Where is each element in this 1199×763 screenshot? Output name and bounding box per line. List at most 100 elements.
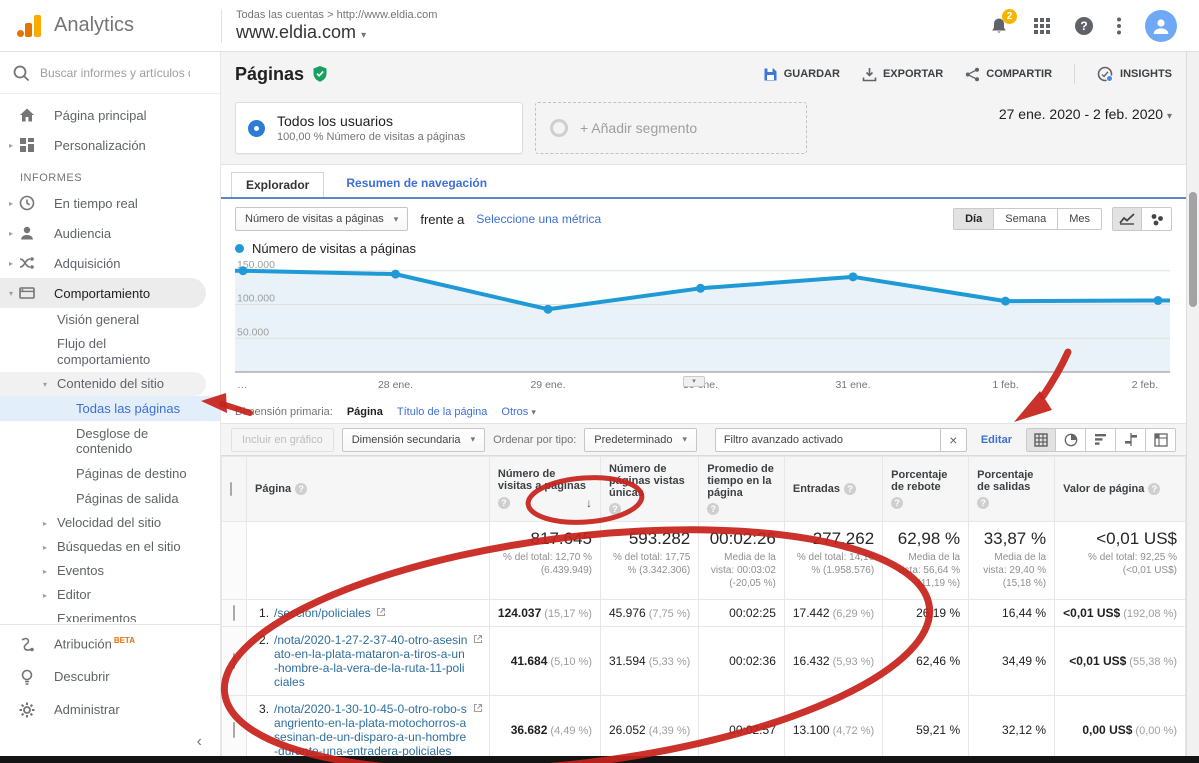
plot-rows-button[interactable]: Incluir en gráfico	[231, 428, 334, 452]
external-link-icon[interactable]	[473, 634, 483, 644]
metric-selector-dropdown[interactable]: Número de visitas a páginas▾	[235, 207, 408, 231]
svg-text:100.000: 100.000	[237, 293, 275, 305]
report-actions: GUARDAR EXPORTAR COMPARTIR INSIGHTS	[763, 64, 1172, 84]
axis-dropdown[interactable]: ▾	[683, 376, 705, 387]
granularity-week-button[interactable]: Semana	[994, 208, 1058, 230]
dimension-page-title[interactable]: Título de la página	[397, 406, 488, 418]
col-header-bounce-rate[interactable]: Porcentaje de rebote	[883, 457, 969, 522]
timeseries-chart[interactable]: 50.000100.000150.000…28 ene.29 ene.30 en…	[221, 258, 1186, 399]
table-header-row: Página Número de visitas a páginas↓ Núme…	[222, 457, 1186, 522]
sidebar-item-realtime[interactable]: ▸ En tiempo real	[0, 188, 220, 218]
performance-view-button[interactable]	[1086, 428, 1116, 452]
clear-filter-button[interactable]: ×	[940, 429, 966, 451]
page-link[interactable]: /seccion/policiales	[274, 606, 371, 620]
col-header-unique-pageviews[interactable]: Número de páginas vistas únicas	[600, 457, 698, 522]
apps-grid-icon[interactable]	[1033, 17, 1051, 35]
line-chart-button[interactable]	[1112, 207, 1142, 231]
sidebar-item-attribution[interactable]: AtribuciónBETA	[0, 627, 220, 660]
help-icon[interactable]	[891, 497, 903, 509]
help-icon[interactable]	[498, 497, 510, 509]
sidebar-item-discover[interactable]: Descubrir	[0, 660, 220, 693]
help-icon[interactable]	[1148, 483, 1160, 495]
help-icon[interactable]	[707, 503, 719, 515]
sidebar-item-home[interactable]: Página principal	[0, 100, 220, 130]
sidebar-item-landing-pages[interactable]: Páginas de destino	[0, 461, 220, 486]
page-link[interactable]: /nota/2020-1-30-10-45-0-otro-robo-sangri…	[274, 702, 468, 756]
segment-ring-gray-icon	[550, 119, 568, 137]
external-link-icon[interactable]	[376, 607, 386, 617]
sidebar-item-acquisition[interactable]: ▸ Adquisición	[0, 248, 220, 278]
share-button[interactable]: COMPARTIR	[965, 67, 1052, 82]
sidebar-item-audience[interactable]: ▸ Audiencia	[0, 218, 220, 248]
granularity-month-button[interactable]: Mes	[1058, 208, 1102, 230]
edit-filter-link[interactable]: Editar	[981, 434, 1012, 446]
sidebar-item-behavior[interactable]: ▾ Comportamiento	[0, 278, 206, 308]
sidebar-item-publisher[interactable]: ▸Editor	[0, 583, 220, 607]
sidebar-item-exit-pages[interactable]: Páginas de salida	[0, 486, 220, 511]
help-icon[interactable]	[977, 497, 989, 509]
sidebar-item-admin[interactable]: Administrar	[0, 693, 220, 726]
external-link-icon[interactable]	[473, 703, 483, 713]
sidebar-collapse-button[interactable]: ‹	[0, 728, 220, 756]
avatar[interactable]	[1145, 10, 1177, 42]
help-icon[interactable]: ?	[1075, 17, 1093, 35]
sort-type-dropdown[interactable]: Predeterminado▾	[584, 428, 697, 452]
col-header-page[interactable]: Página	[247, 457, 490, 522]
help-icon[interactable]	[609, 503, 621, 515]
property-selector[interactable]: www.eldia.com ▾	[236, 22, 437, 43]
col-header-exit-rate[interactable]: Porcentaje de salidas	[969, 457, 1055, 522]
notifications-button[interactable]: 2	[989, 16, 1009, 36]
shield-check-icon[interactable]	[312, 65, 328, 83]
sidebar-item-all-pages[interactable]: Todas las páginas	[0, 396, 220, 421]
sidebar-item-behavior-overview[interactable]: Visión general	[0, 308, 220, 332]
sidebar-item-site-content[interactable]: ▾Contenido del sitio	[0, 372, 206, 396]
sidebar-item-content-drilldown[interactable]: Desglose de contenido	[0, 421, 220, 461]
select-metric-link[interactable]: Seleccione una métrica	[476, 212, 601, 226]
secondary-dimension-dropdown[interactable]: Dimensión secundaria▾	[342, 428, 485, 452]
pivot-view-button[interactable]	[1146, 428, 1176, 452]
col-header-page-value[interactable]: Valor de página	[1055, 457, 1186, 522]
page-link[interactable]: /nota/2020-1-27-2-37-40-otro-asesinato-e…	[274, 633, 468, 689]
search-input[interactable]	[40, 66, 190, 80]
scrollbar-thumb[interactable]	[1189, 192, 1197, 307]
totals-entrances: 277.262% del total: 14,16 % (1.958.576)	[784, 522, 882, 600]
chevron-down-icon: ▾	[1167, 111, 1172, 122]
col-header-entrances[interactable]: Entradas	[784, 457, 882, 522]
insights-button[interactable]: INSIGHTS	[1097, 66, 1172, 83]
granularity-day-button[interactable]: Día	[953, 208, 994, 230]
select-all-checkbox[interactable]	[230, 482, 232, 496]
table-view-button[interactable]	[1026, 428, 1056, 452]
svg-text:29 ene.: 29 ene.	[530, 379, 565, 391]
gear-icon	[18, 701, 36, 719]
col-header-pageviews[interactable]: Número de visitas a páginas↓	[489, 457, 600, 522]
row-checkbox[interactable]	[233, 653, 235, 669]
sidebar-item-events[interactable]: ▸Eventos	[0, 559, 220, 583]
breadcrumb[interactable]: Todas las cuentas > http://www.eldia.com	[236, 9, 437, 21]
sidebar-item-personalization[interactable]: ▸ Personalización	[0, 130, 220, 160]
sidebar-item-site-search[interactable]: ▸Búsquedas en el sitio	[0, 535, 220, 559]
row-checkbox[interactable]	[233, 605, 235, 621]
export-button[interactable]: EXPORTAR	[862, 67, 943, 82]
overflow-menu-icon[interactable]	[1117, 17, 1121, 35]
segment-card-all-users[interactable]: Todos los usuarios 100,00 % Número de vi…	[235, 102, 523, 154]
dimension-page[interactable]: Página	[347, 406, 383, 418]
help-icon[interactable]	[844, 483, 856, 495]
col-header-avg-time[interactable]: Promedio de tiempo en la página	[699, 457, 785, 522]
tab-explorer[interactable]: Explorador	[231, 172, 324, 197]
dimension-other[interactable]: Otros ▾	[501, 406, 536, 418]
scatter-chart-button[interactable]	[1142, 207, 1172, 231]
date-range-picker[interactable]: 27 ene. 2020 - 2 feb. 2020 ▾	[999, 102, 1172, 122]
add-segment-button[interactable]: + Añadir segmento	[535, 102, 807, 154]
sidebar-item-behavior-flow[interactable]: Flujo del comportamiento	[0, 332, 220, 372]
vertical-scrollbar[interactable]	[1186, 52, 1199, 756]
sidebar-item-site-speed[interactable]: ▸Velocidad del sitio	[0, 511, 220, 535]
comparison-view-button[interactable]	[1116, 428, 1146, 452]
percentage-view-button[interactable]	[1056, 428, 1086, 452]
tab-navigation-summary[interactable]: Resumen de navegación	[344, 171, 489, 197]
save-button[interactable]: GUARDAR	[763, 67, 840, 82]
sidebar-item-label: Audiencia	[54, 226, 111, 241]
sidebar-item-experiments[interactable]: Experimentos	[0, 607, 220, 622]
row-checkbox[interactable]	[233, 722, 235, 738]
help-icon[interactable]	[295, 483, 307, 495]
report-title-row: Páginas GUARDAR EXPORTAR COMPARTIR	[221, 52, 1186, 96]
